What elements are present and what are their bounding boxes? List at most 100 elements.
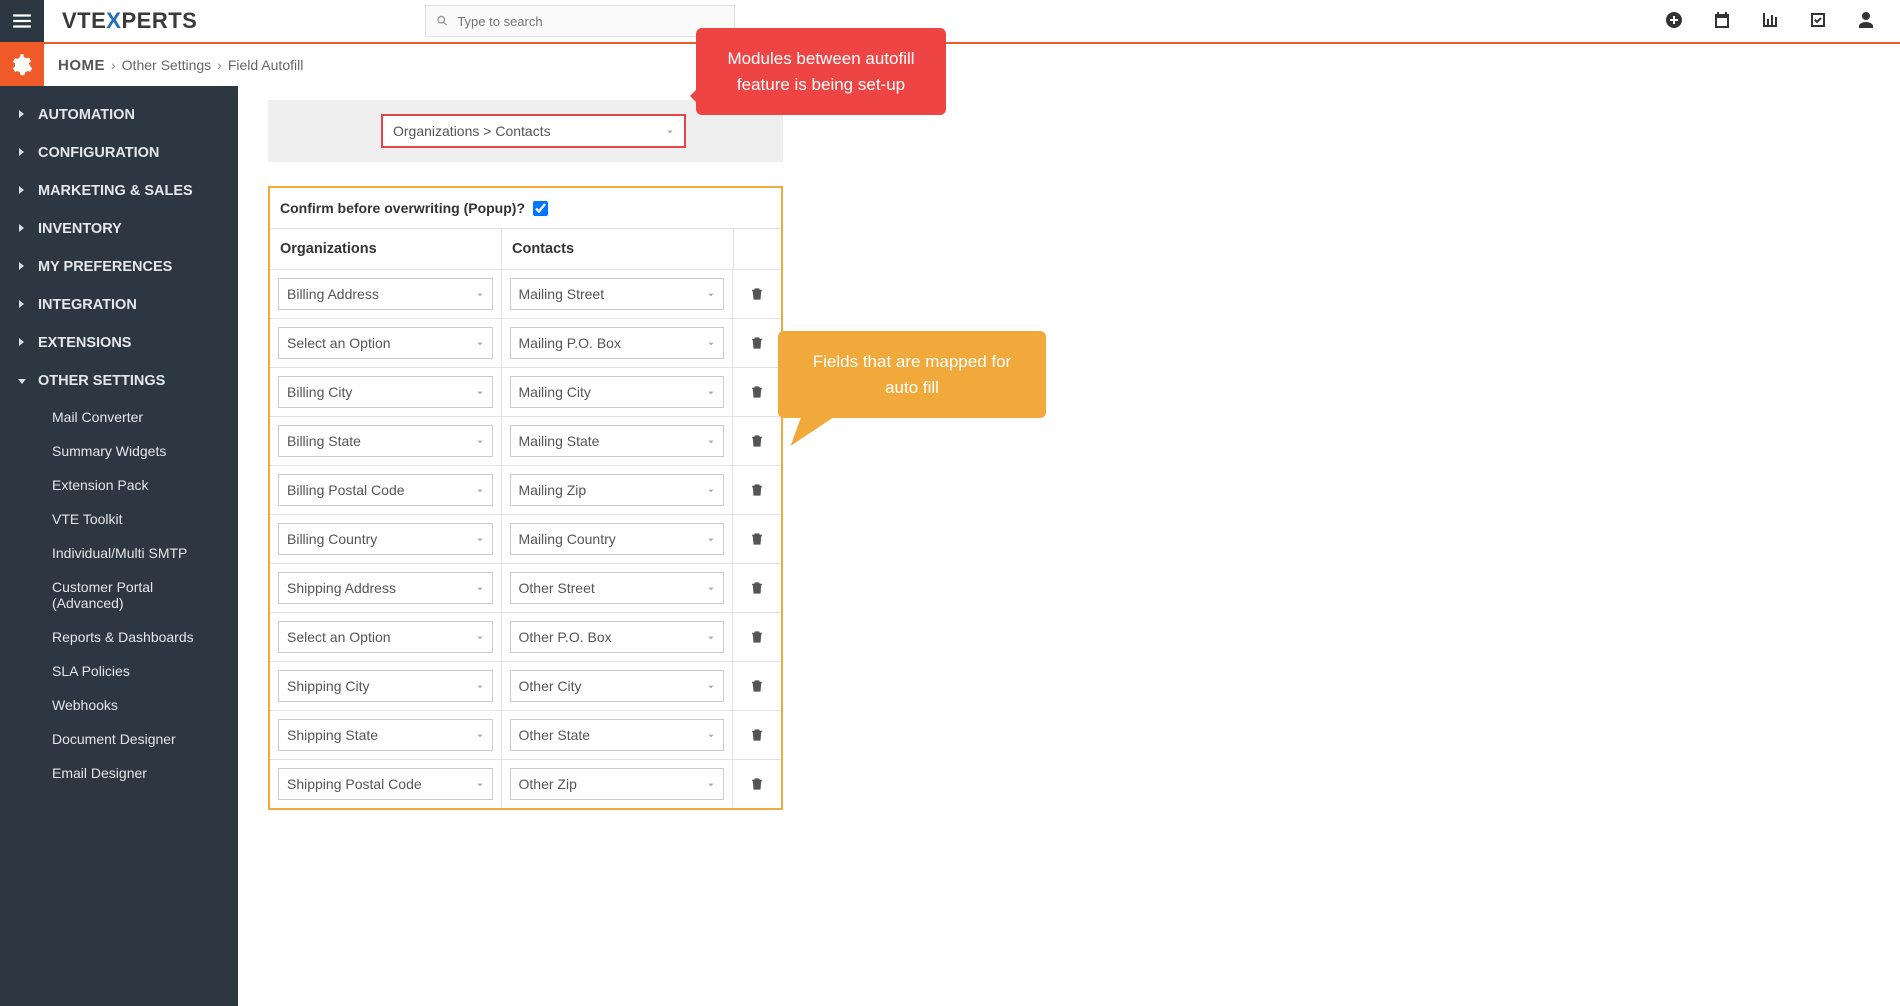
search-input[interactable] bbox=[457, 14, 724, 29]
callout-fields: Fields that are mapped for auto fill bbox=[778, 331, 1046, 418]
tasks-button[interactable] bbox=[1808, 10, 1828, 33]
sidebar-item[interactable]: EXTENSIONS bbox=[0, 324, 238, 362]
caret-down-icon bbox=[707, 482, 715, 498]
trash-icon[interactable] bbox=[750, 433, 764, 449]
contact-field-select[interactable]: Other State bbox=[510, 719, 725, 751]
map-header: Organizations Contacts bbox=[270, 229, 781, 270]
sidebar-item[interactable]: OTHER SETTINGS bbox=[0, 362, 238, 400]
sidebar-sub-item[interactable]: Extension Pack bbox=[0, 468, 238, 502]
caret-down-icon bbox=[666, 123, 674, 139]
callout-modules: Modules between autofill feature is bein… bbox=[696, 28, 946, 115]
sidebar-sub-item[interactable]: Reports & Dashboards bbox=[0, 620, 238, 654]
calendar-button[interactable] bbox=[1712, 10, 1732, 33]
breadcrumb-home[interactable]: HOME bbox=[58, 57, 105, 74]
mapping-row: Billing Postal Code Mailing Zip bbox=[270, 466, 781, 515]
contact-field-select[interactable]: Mailing Country bbox=[510, 523, 725, 555]
con-cell: Other P.O. Box bbox=[502, 613, 734, 661]
org-field-select[interactable]: Shipping Address bbox=[278, 572, 493, 604]
contact-field-select[interactable]: Mailing State bbox=[510, 425, 725, 457]
chevron-right-icon bbox=[13, 376, 29, 386]
trash-icon[interactable] bbox=[750, 727, 764, 743]
org-field-select[interactable]: Select an Option bbox=[278, 327, 493, 359]
sidebar-item-label: MY PREFERENCES bbox=[38, 259, 172, 275]
org-field-select[interactable]: Billing State bbox=[278, 425, 493, 457]
contact-field-value: Mailing P.O. Box bbox=[519, 335, 621, 351]
org-cell: Billing Postal Code bbox=[270, 466, 502, 514]
menu-button[interactable] bbox=[0, 0, 44, 43]
org-field-select[interactable]: Billing Country bbox=[278, 523, 493, 555]
mapping-row: Select an Option Other P.O. Box bbox=[270, 613, 781, 662]
contact-field-select[interactable]: Mailing P.O. Box bbox=[510, 327, 725, 359]
sidebar-item[interactable]: INVENTORY bbox=[0, 210, 238, 248]
user-menu-button[interactable] bbox=[1856, 10, 1876, 33]
mapping-row: Shipping Postal Code Other Zip bbox=[270, 760, 781, 808]
breadcrumb-mid[interactable]: Other Settings bbox=[122, 57, 212, 73]
col-organizations: Organizations bbox=[270, 229, 502, 269]
menu-icon bbox=[11, 10, 33, 32]
org-field-select[interactable]: Shipping Postal Code bbox=[278, 768, 493, 800]
org-field-select[interactable]: Select an Option bbox=[278, 621, 493, 653]
caret-down-icon bbox=[707, 776, 715, 792]
delete-cell bbox=[733, 662, 781, 710]
trash-icon[interactable] bbox=[750, 335, 764, 351]
module-select[interactable]: Organizations > Contacts bbox=[381, 114, 686, 148]
org-field-select[interactable]: Billing Postal Code bbox=[278, 474, 493, 506]
delete-cell bbox=[733, 417, 781, 465]
con-cell: Mailing Country bbox=[502, 515, 734, 563]
sidebar-item[interactable]: MARKETING & SALES bbox=[0, 172, 238, 210]
sidebar-sub-item[interactable]: SLA Policies bbox=[0, 654, 238, 688]
contact-field-select[interactable]: Other Street bbox=[510, 572, 725, 604]
trash-icon[interactable] bbox=[750, 286, 764, 302]
mapping-row: Billing Country Mailing Country bbox=[270, 515, 781, 564]
trash-icon[interactable] bbox=[750, 629, 764, 645]
con-cell: Other City bbox=[502, 662, 734, 710]
sidebar-item[interactable]: MY PREFERENCES bbox=[0, 248, 238, 286]
contact-field-select[interactable]: Other P.O. Box bbox=[510, 621, 725, 653]
trash-icon[interactable] bbox=[750, 384, 764, 400]
sidebar-sub-item[interactable]: VTE Toolkit bbox=[0, 502, 238, 536]
settings-indicator[interactable] bbox=[0, 44, 44, 86]
col-contacts: Contacts bbox=[502, 229, 733, 269]
contact-field-select[interactable]: Other Zip bbox=[510, 768, 725, 800]
trash-icon[interactable] bbox=[750, 531, 764, 547]
sidebar-sub-item[interactable]: Summary Widgets bbox=[0, 434, 238, 468]
sidebar-sub-item[interactable]: Document Designer bbox=[0, 722, 238, 756]
add-button[interactable] bbox=[1664, 10, 1684, 33]
user-icon bbox=[1856, 10, 1876, 30]
sidebar-item[interactable]: INTEGRATION bbox=[0, 286, 238, 324]
confirm-checkbox[interactable] bbox=[533, 201, 548, 216]
sidebar-sub-item[interactable]: Mail Converter bbox=[0, 400, 238, 434]
sidebar-item[interactable]: AUTOMATION bbox=[0, 96, 238, 134]
caret-down-icon bbox=[476, 384, 484, 400]
sidebar-item-label: CONFIGURATION bbox=[38, 145, 159, 161]
logo: VTEXPERTS bbox=[44, 8, 215, 34]
trash-icon[interactable] bbox=[750, 580, 764, 596]
contact-field-select[interactable]: Mailing Zip bbox=[510, 474, 725, 506]
trash-icon[interactable] bbox=[750, 482, 764, 498]
contact-field-select[interactable]: Mailing Street bbox=[510, 278, 725, 310]
trash-icon[interactable] bbox=[750, 776, 764, 792]
sidebar-item-label: OTHER SETTINGS bbox=[38, 373, 165, 389]
gear-icon bbox=[11, 54, 33, 76]
trash-icon[interactable] bbox=[750, 678, 764, 694]
sidebar-sub-item[interactable]: Individual/Multi SMTP bbox=[0, 536, 238, 570]
sidebar-sub-item[interactable]: Customer Portal (Advanced) bbox=[0, 570, 238, 620]
org-field-select[interactable]: Billing Address bbox=[278, 278, 493, 310]
org-field-select[interactable]: Shipping State bbox=[278, 719, 493, 751]
sidebar-item[interactable]: CONFIGURATION bbox=[0, 134, 238, 172]
sidebar-sub-item[interactable]: Webhooks bbox=[0, 688, 238, 722]
org-field-select[interactable]: Shipping City bbox=[278, 670, 493, 702]
plus-circle-icon bbox=[1664, 10, 1684, 30]
sidebar-sub-item[interactable]: Email Designer bbox=[0, 756, 238, 790]
org-cell: Shipping State bbox=[270, 711, 502, 759]
contact-field-select[interactable]: Mailing City bbox=[510, 376, 725, 408]
contact-field-select[interactable]: Other City bbox=[510, 670, 725, 702]
search-box[interactable] bbox=[425, 5, 735, 37]
contact-field-value: Mailing City bbox=[519, 384, 591, 400]
org-cell: Shipping Address bbox=[270, 564, 502, 612]
org-field-select[interactable]: Billing City bbox=[278, 376, 493, 408]
caret-down-icon bbox=[476, 482, 484, 498]
reports-button[interactable] bbox=[1760, 10, 1780, 33]
logo-x: X bbox=[106, 8, 121, 33]
delete-cell bbox=[733, 711, 781, 759]
